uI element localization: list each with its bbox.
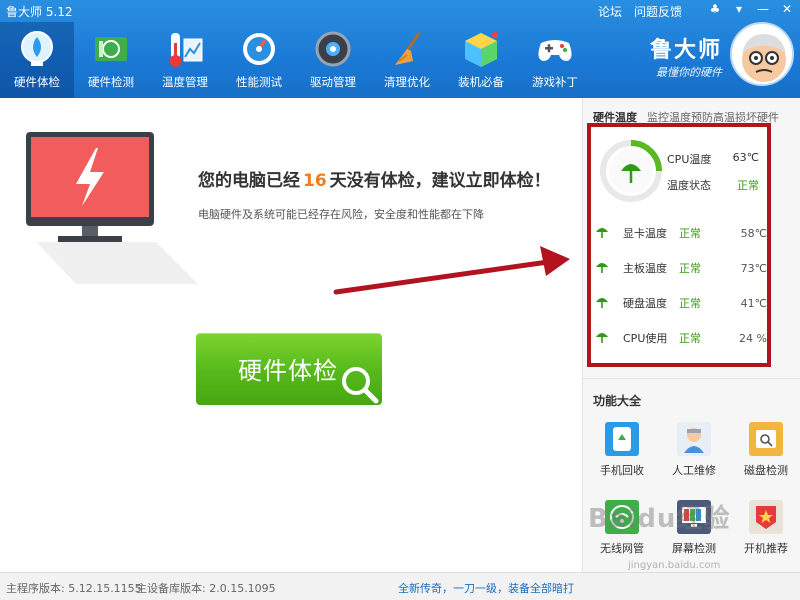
disk-temp-row: 硬盘温度 正常 41℃	[595, 293, 767, 313]
device-db-version: 主设备库版本: 2.0.15.1095	[136, 582, 276, 595]
row-status: 正常	[679, 297, 701, 310]
func-label: 磁盘检测	[744, 464, 788, 477]
brand-name: 鲁大师	[649, 38, 722, 63]
umbrella-icon	[595, 330, 611, 347]
startup-star-icon	[749, 500, 783, 534]
row-status: 正常	[679, 332, 701, 345]
disk-check-icon	[749, 422, 783, 456]
row-name: 显卡温度	[623, 227, 667, 240]
umbrella-icon	[595, 225, 611, 242]
temperature-monitor[interactable]: CPU温度 63℃ 温度状态 正常 显卡温度 正常 58℃ 主板温度 正常 73℃ …	[587, 123, 771, 367]
monitor-check-icon	[16, 28, 58, 70]
hardware-checkup-button[interactable]: 硬件体检	[196, 333, 382, 405]
func-manual-repair[interactable]: 人工维修	[657, 422, 731, 478]
brand-slogan: 最懂你的硬件	[656, 66, 722, 79]
days-since-check: 16	[303, 171, 327, 191]
functions-title: 功能大全	[593, 394, 642, 408]
func-label: 无线网管	[600, 542, 644, 555]
func-label: 屏幕检测	[672, 542, 716, 555]
package-box-icon	[460, 28, 502, 70]
nav-game-patch[interactable]: 游戏补丁	[518, 22, 592, 98]
thermometer-icon	[164, 28, 206, 70]
speedometer-icon	[238, 28, 280, 70]
row-name: 硬盘温度	[623, 297, 667, 310]
skin-icon[interactable]: ♣	[708, 2, 722, 16]
window-controls: ♣ ▾ — ✕	[708, 2, 794, 16]
func-label: 开机推荐	[744, 542, 788, 555]
magnifier-icon	[338, 363, 380, 405]
row-value: 41℃	[740, 296, 767, 310]
row-status: 正常	[679, 262, 701, 275]
cpu-temp-value: 63℃	[732, 151, 759, 164]
brand: 鲁大师 最懂你的硬件	[650, 32, 722, 80]
board-temp-row: 主板温度 正常 73℃	[595, 258, 767, 278]
forum-link[interactable]: 论坛	[598, 3, 622, 20]
row-name: CPU使用	[623, 332, 668, 345]
nav-drivers[interactable]: 驱动管理	[296, 22, 370, 98]
nav-temperature[interactable]: 温度管理	[148, 22, 222, 98]
main-nav: 硬件体检 硬件检测 温度管理 性能测试 驱动管理 清理优化 装机必备 游戏补丁	[0, 22, 592, 98]
row-value: 73℃	[740, 261, 767, 275]
phone-recycle-icon	[605, 422, 639, 456]
temp-status-value: 正常	[737, 179, 759, 192]
baidu-watermark: Baidu经验	[588, 504, 731, 534]
driver-gear-icon	[312, 28, 354, 70]
func-phone-recycle[interactable]: 手机回收	[585, 422, 659, 478]
broom-icon	[386, 28, 428, 70]
nav-label: 性能测试	[236, 75, 282, 89]
menu-icon[interactable]: ▾	[732, 2, 746, 16]
func-label: 手机回收	[600, 464, 644, 477]
alert-monitor-icon	[26, 132, 198, 288]
status-bar: 主程序版本: 5.12.15.1155 主设备库版本: 2.0.15.1095 …	[0, 572, 800, 600]
nav-label: 硬件体检	[14, 75, 60, 89]
nav-label: 装机必备	[458, 75, 504, 89]
main-program-version: 主程序版本: 5.12.15.1155	[6, 582, 142, 595]
cpu-temp-gauge	[599, 139, 663, 207]
nav-cleanup[interactable]: 清理优化	[370, 22, 444, 98]
minimize-icon[interactable]: —	[756, 2, 770, 16]
gamepad-icon	[534, 28, 576, 70]
mascot-avatar[interactable]	[730, 22, 794, 86]
alert-prefix: 您的电脑已经	[198, 171, 300, 191]
gpu-temp-row: 显卡温度 正常 58℃	[595, 223, 767, 243]
row-value: 24 %	[739, 331, 767, 345]
watermark-url: jingyan.baidu.com	[628, 560, 721, 571]
row-name: 主板温度	[623, 262, 667, 275]
nav-label: 清理优化	[384, 75, 430, 89]
nav-label: 温度管理	[162, 75, 208, 89]
cpu-usage-row: CPU使用 正常 24 %	[595, 328, 767, 348]
nav-label: 硬件检测	[88, 75, 134, 89]
top-toolbar: 鲁大师 5.12 论坛 问题反馈 ♣ ▾ — ✕ 硬件体检 硬件检测 温度管理	[0, 0, 800, 98]
row-value: 58℃	[740, 226, 767, 240]
window-title: 鲁大师 5.12	[6, 5, 73, 19]
nav-hardware-checkup[interactable]: 硬件体检	[0, 22, 74, 98]
checkup-button-label: 硬件体检	[238, 357, 338, 385]
circuit-board-icon	[90, 28, 132, 70]
top-links: 论坛 问题反馈	[598, 3, 682, 20]
divider	[583, 378, 800, 379]
nav-hardware-detect[interactable]: 硬件检测	[74, 22, 148, 98]
alert-title: 您的电脑已经 16 天没有体检，建议立即体检！	[198, 166, 551, 191]
close-icon[interactable]: ✕	[780, 2, 794, 16]
cpu-temp-readout: CPU温度 63℃ 温度状态 正常	[667, 151, 759, 203]
func-disk-check[interactable]: 磁盘检测	[729, 422, 800, 478]
temp-status-label: 温度状态	[667, 179, 711, 192]
nav-essentials[interactable]: 装机必备	[444, 22, 518, 98]
alert-suffix: 天没有体检，建议立即体检！	[329, 171, 551, 191]
nav-label: 游戏补丁	[532, 75, 578, 89]
promo-link[interactable]: 全新传奇，一刀一级，装备全部暗打	[398, 580, 574, 596]
alert-subtitle: 电脑硬件及系统可能已经存在风险，安全度和性能都在下降	[198, 208, 484, 221]
func-startup-recommend[interactable]: 开机推荐	[729, 500, 800, 556]
cpu-temp-label: CPU温度	[667, 153, 712, 166]
umbrella-icon	[595, 260, 611, 277]
technician-icon	[677, 422, 711, 456]
nav-performance[interactable]: 性能测试	[222, 22, 296, 98]
feedback-link[interactable]: 问题反馈	[634, 3, 682, 20]
checkup-panel: 您的电脑已经 16 天没有体检，建议立即体检！ 电脑硬件及系统可能已经存在风险，安全…	[0, 98, 582, 572]
row-status: 正常	[679, 227, 701, 240]
umbrella-icon	[595, 295, 611, 312]
func-label: 人工维修	[672, 464, 716, 477]
nav-label: 驱动管理	[310, 75, 356, 89]
